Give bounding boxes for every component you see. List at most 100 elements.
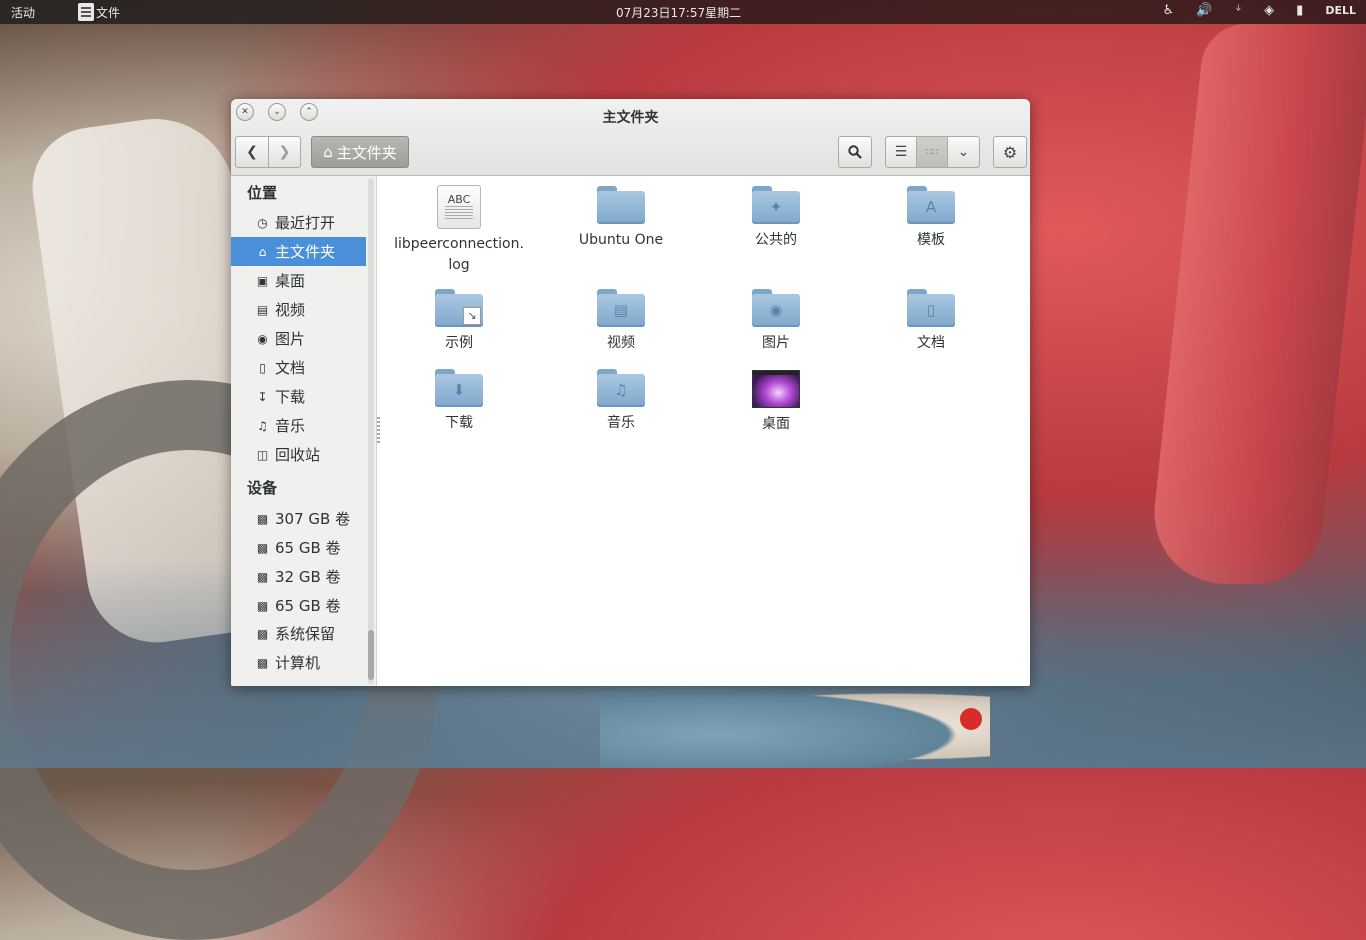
clock[interactable]: 07月23日17:57星期二	[616, 4, 741, 21]
drive-icon: ▩	[256, 569, 269, 584]
header-bar: ✕ ⌄ ⌃ 主文件夹 ❮ ❯ ⌂ 主文件夹 ☰ ∷∷ ⌄ ⚙	[231, 99, 1030, 176]
file-item[interactable]: ◉ 图片	[701, 279, 851, 354]
file-item[interactable]: ▤ 视频	[546, 279, 696, 354]
file-label: libpeerconnection. log	[394, 236, 524, 273]
grid-icon: ∷∷	[925, 146, 939, 158]
sidebar-item-downloads[interactable]: ↧ 下载	[231, 382, 366, 411]
drive-icon: ▩	[256, 540, 269, 555]
sidebar-item-label: 音乐	[275, 417, 306, 435]
sidebar-item-label: 文档	[275, 359, 306, 377]
sidebar-item-home[interactable]: ⌂ 主文件夹	[231, 237, 366, 266]
activities-button[interactable]: 活动	[11, 4, 35, 21]
file-item[interactable]: ABC libpeerconnection. log	[384, 176, 534, 276]
file-label: 下载	[445, 415, 473, 431]
file-item[interactable]: ▯ 文档	[856, 279, 1006, 354]
sidebar-item-label: 主文件夹	[275, 243, 336, 261]
devices-heading: 设备	[247, 479, 278, 497]
search-icon	[848, 145, 862, 159]
wallpaper-curtain	[1146, 24, 1366, 584]
sidebar: 位置 ◷ 最近打开 ⌂ 主文件夹 ▣ 桌面 ▤ 视频 ◉ 图片 ▯ 文档 ↧ 下载 ♫ 音乐 ◫…	[231, 176, 377, 686]
volume-icon[interactable]: 🔊	[1196, 3, 1212, 18]
clock-icon: ◷	[257, 215, 268, 230]
chevron-down-icon: ⌄	[957, 144, 970, 160]
sidebar-item-recent[interactable]: ◷ 最近打开	[231, 208, 366, 237]
scrollbar-thumb[interactable]	[368, 630, 374, 680]
sidebar-item-documents[interactable]: ▯ 文档	[231, 353, 366, 382]
chevron-right-icon: ❯	[278, 144, 291, 160]
wallpaper-toy	[600, 685, 990, 768]
sidebar-item-label: 视频	[275, 301, 306, 319]
sidebar-item-system-reserved[interactable]: ▩ 系统保留	[231, 619, 366, 648]
sidebar-item-trash[interactable]: ◫ 回收站	[231, 440, 366, 469]
file-label: 图片	[762, 335, 790, 351]
trash-icon: ◫	[256, 447, 269, 462]
folder-icon	[597, 186, 645, 224]
sidebar-item-label: 计算机	[275, 654, 321, 672]
gear-icon: ⚙	[1002, 142, 1018, 162]
sidebar-item-pictures[interactable]: ◉ 图片	[231, 324, 366, 353]
file-item[interactable]: A 模板	[856, 176, 1006, 251]
sidebar-item-label: 系统保留	[275, 625, 336, 643]
list-view-button[interactable]: ☰	[885, 136, 917, 168]
document-icon: ▯	[259, 360, 266, 375]
home-icon: ⌂	[258, 244, 267, 259]
list-icon: ☰	[894, 144, 908, 160]
file-item[interactable]: ↘ 示例	[384, 279, 534, 354]
desktop-thumbnail	[752, 370, 800, 408]
breadcrumb-home[interactable]: ⌂ 主文件夹	[311, 136, 409, 168]
music-folder-icon: ♫	[597, 369, 645, 407]
file-view: ABC libpeerconnection. log Ubuntu One ✦ 公…	[384, 176, 1030, 686]
templates-folder-icon: A	[907, 186, 955, 224]
search-button[interactable]	[838, 136, 872, 168]
sidebar-item-volume-32gb[interactable]: ▩ 32 GB 卷	[231, 562, 366, 591]
places-heading: 位置	[247, 184, 278, 202]
file-item[interactable]: Ubuntu One	[546, 176, 696, 251]
view-options-button[interactable]: ⌄	[947, 136, 980, 168]
breadcrumb-label: 主文件夹	[336, 143, 397, 162]
forward-button[interactable]: ❯	[268, 136, 301, 168]
top-bar: 活动 文件 07月23日17:57星期二 ♿ 🔊 ᛎ ◈ ▮ DELL	[0, 0, 1366, 24]
public-folder-icon: ✦	[752, 186, 800, 224]
wifi-icon[interactable]: ◈	[1264, 3, 1274, 18]
link-folder-icon: ↘	[435, 289, 483, 327]
sidebar-item-computer[interactable]: ▩ 计算机	[231, 648, 366, 677]
camera-icon: ◉	[257, 331, 268, 346]
drive-icon: ▩	[256, 598, 269, 613]
grid-view-button[interactable]: ∷∷	[916, 136, 948, 168]
sidebar-item-label: 65 GB 卷	[275, 597, 341, 615]
accessibility-icon[interactable]: ♿	[1163, 3, 1175, 18]
file-item[interactable]: ⬇ 下载	[384, 359, 534, 434]
chevron-left-icon: ❮	[246, 144, 258, 160]
files-app-icon	[78, 3, 94, 21]
sidebar-scrollbar[interactable]	[368, 178, 374, 684]
back-button[interactable]: ❮	[235, 136, 269, 168]
bluetooth-icon[interactable]: ᛎ	[1234, 3, 1242, 18]
sidebar-item-label: 32 GB 卷	[275, 568, 341, 586]
settings-button[interactable]: ⚙	[993, 136, 1027, 168]
battery-icon[interactable]: ▮	[1296, 3, 1303, 18]
sidebar-item-music[interactable]: ♫ 音乐	[231, 411, 366, 440]
home-icon: ⌂	[323, 143, 333, 161]
file-item[interactable]: ✦ 公共的	[701, 176, 851, 251]
file-label: Ubuntu One	[578, 232, 664, 248]
pane-resize-handle[interactable]	[377, 417, 380, 443]
sidebar-item-volume-65gb-2[interactable]: ▩ 65 GB 卷	[231, 591, 366, 620]
system-tray: ♿ 🔊 ᛎ ◈ ▮ DELL	[1163, 3, 1356, 18]
file-item[interactable]: ♫ 音乐	[546, 359, 696, 434]
sidebar-item-volume-65gb[interactable]: ▩ 65 GB 卷	[231, 533, 366, 562]
file-item[interactable]: 桌面	[701, 359, 851, 435]
sidebar-item-videos[interactable]: ▤ 视频	[231, 295, 366, 324]
sidebar-item-label: 最近打开	[275, 214, 336, 232]
sidebar-item-volume-307gb[interactable]: ▩ 307 GB 卷	[231, 504, 366, 533]
downloads-folder-icon: ⬇	[435, 369, 483, 407]
app-menu[interactable]: 文件	[78, 3, 120, 21]
sidebar-item-label: 桌面	[275, 272, 306, 290]
wallpaper-red-ball	[960, 708, 982, 730]
sidebar-item-desktop[interactable]: ▣ 桌面	[231, 266, 366, 295]
file-label: 文档	[917, 335, 945, 351]
documents-folder-icon: ▯	[907, 289, 955, 327]
desktop-icon: ▣	[256, 273, 269, 288]
sidebar-item-label: 下载	[275, 388, 306, 406]
sidebar-item-label: 65 GB 卷	[275, 539, 341, 557]
user-menu[interactable]: DELL	[1325, 4, 1356, 17]
